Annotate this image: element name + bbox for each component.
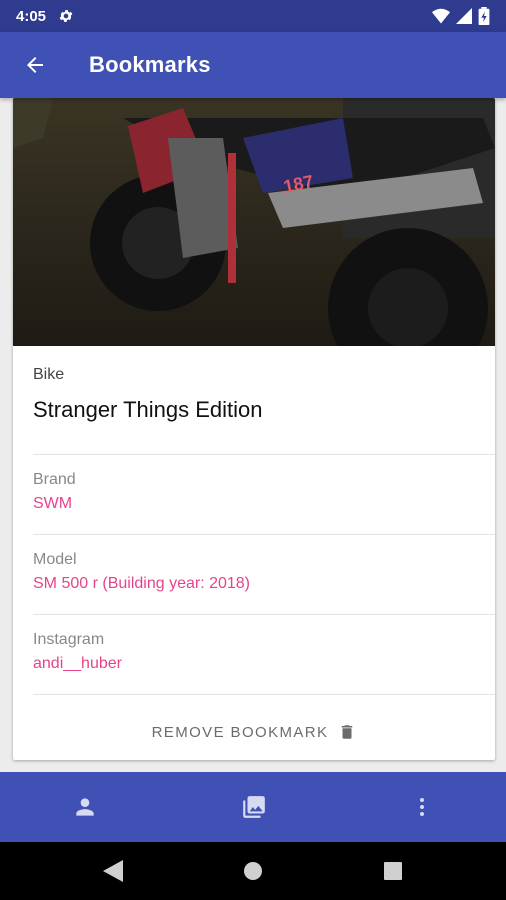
system-navigation-bar (0, 842, 506, 900)
battery-icon (478, 7, 490, 25)
triangle-back-icon (103, 860, 123, 882)
system-back-button[interactable] (43, 842, 183, 900)
instagram-field: Instagram andi__huber (33, 631, 495, 673)
model-field: Model SM 500 r (Building year: 2018) (33, 551, 495, 593)
more-vert-icon (420, 798, 424, 816)
remove-bookmark-button[interactable]: REMOVE BOOKMARK (13, 710, 495, 754)
brand-label: Brand (33, 471, 76, 488)
bookmark-title: Stranger Things Edition (33, 397, 263, 422)
back-button[interactable] (0, 32, 70, 98)
nav-gallery[interactable] (170, 772, 338, 842)
screen: 4:05 Bookmarks 187 Bike Stranger Things … (0, 0, 506, 900)
brand-value[interactable]: SWM (33, 495, 495, 513)
settings-gear-icon (59, 10, 73, 22)
wifi-icon (432, 8, 450, 24)
divider (33, 534, 495, 535)
square-recents-icon (384, 862, 402, 880)
model-label: Model (33, 551, 77, 568)
page-title: Bookmarks (89, 52, 211, 77)
nav-more[interactable] (338, 772, 506, 842)
nav-profile[interactable] (0, 772, 170, 842)
system-recents-button[interactable] (323, 842, 463, 900)
bookmark-category: Bike (33, 366, 65, 383)
bookmark-card: 187 Bike Stranger Things Edition Brand S… (13, 98, 495, 760)
trash-icon (342, 725, 353, 739)
person-icon (76, 798, 94, 816)
status-icons (432, 7, 490, 25)
photo-library-icon (243, 796, 265, 818)
divider (33, 694, 495, 695)
system-home-button[interactable] (183, 842, 323, 900)
instagram-value[interactable]: andi__huber (33, 655, 495, 673)
status-time: 4:05 (16, 7, 47, 25)
arrow-back-icon (27, 57, 43, 73)
cell-signal-icon (456, 8, 472, 24)
model-value[interactable]: SM 500 r (Building year: 2018) (33, 575, 495, 593)
status-bar: 4:05 (0, 0, 506, 32)
motorcycle-photo[interactable]: 187 (13, 98, 495, 346)
circle-home-icon (244, 862, 262, 880)
divider (33, 614, 495, 615)
remove-bookmark-label: REMOVE BOOKMARK (151, 723, 329, 741)
bottom-navigation (0, 772, 506, 842)
app-bar: Bookmarks (0, 32, 506, 98)
brand-field: Brand SWM (33, 471, 495, 513)
divider (33, 454, 495, 455)
instagram-label: Instagram (33, 631, 105, 648)
